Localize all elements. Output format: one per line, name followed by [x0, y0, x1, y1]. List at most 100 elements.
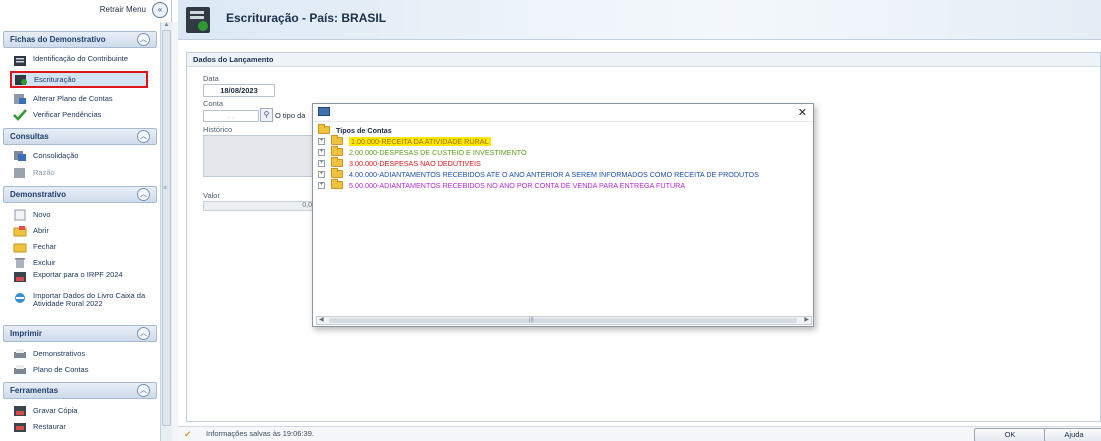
scroll-left-icon[interactable]: ◀ [319, 317, 324, 324]
folder-icon [331, 146, 343, 156]
dialog-scroll-thumb[interactable] [329, 318, 797, 323]
tree-node-label: 1.00.000-RECEITA DA ATIVIDADE RURAL [349, 136, 491, 146]
tree-node-2[interactable]: + 2.00.000-DESPESAS DE CUSTEIO E INVESTI… [318, 146, 527, 157]
sidebar-item-plano-contas[interactable]: Plano de Contas [13, 362, 153, 377]
folder-icon [331, 179, 343, 189]
valor-label: Valor [203, 191, 220, 200]
sidebar-item-exportar[interactable]: Exportar para o IRPF 2024 [13, 271, 153, 293]
restore-icon [14, 422, 26, 432]
checkmark-icon [13, 108, 27, 121]
close-icon[interactable]: ✕ [798, 106, 807, 119]
dialog-titlebar[interactable]: ✕ [313, 104, 813, 122]
tree-node-label: 3.00.000-DESPESAS NAO DEDUTIVEIS [349, 158, 481, 168]
sidebar-item-excluir[interactable]: Excluir [13, 255, 153, 270]
conta-label: Conta [203, 99, 224, 108]
expand-icon[interactable]: + [318, 181, 325, 189]
status-bar: ✔ Informações salvas às 19:06:39. OK Aju… [178, 426, 1101, 441]
sidebar-item-demonstrativos[interactable]: Demonstrativos [13, 346, 153, 361]
sidebar-item-label: Razão [33, 168, 55, 177]
import-icon [15, 293, 25, 303]
sidebar-item-label: Verificar Pendências [33, 110, 102, 119]
collapse-menu[interactable]: Retrair Menu « [0, 0, 172, 22]
tree-node-label: 2.00.000-DESPESAS DE CUSTEIO E INVESTIME… [349, 147, 527, 157]
folder-icon [331, 168, 343, 178]
tipos-de-contas-dialog: ✕ Tipos de Contas + 1.00.000-RECEITA DA … [312, 103, 814, 327]
ok-button[interactable]: OK [974, 428, 1046, 441]
tree-node-3[interactable]: + 3.00.000-DESPESAS NAO DEDUTIVEIS [318, 157, 481, 168]
search-icon[interactable]: ⚲ [260, 108, 273, 122]
sidebar-item-label: Excluir [33, 258, 56, 267]
tree-root[interactable]: Tipos de Contas [318, 124, 392, 135]
collapse-menu-label: Retrair Menu [99, 5, 146, 14]
sidebar-item-importar[interactable]: Importar Dados do Livro Caixa da Ativida… [13, 292, 153, 322]
consolidation-icon [14, 150, 26, 161]
grip-icon: ≡ [163, 185, 168, 192]
sidebar-item-label: Importar Dados do Livro Caixa da Ativida… [33, 291, 146, 308]
sidebar-item-label: Abrir [33, 226, 49, 235]
sidebar-item-novo[interactable]: Novo [13, 207, 153, 222]
sidebar-item-label: Identificação do Contribuinte [33, 54, 129, 63]
chevron-up-icon[interactable]: ︿ [137, 327, 150, 340]
double-chevron-left-icon[interactable]: « [152, 2, 168, 18]
sidebar-item-label: Alterar Plano de Contas [33, 94, 113, 103]
section-imprimir-header[interactable]: Imprimir ︿ [3, 325, 157, 342]
scroll-right-icon[interactable]: ▶ [804, 317, 809, 324]
historico-field[interactable] [203, 135, 315, 177]
account-tree: Tipos de Contas + 1.00.000-RECEITA DA AT… [316, 124, 812, 315]
sidebar-item-alterar-plano[interactable]: Alterar Plano de Contas [13, 91, 153, 106]
sidebar-scrollbar[interactable]: ▲ ≡ [160, 22, 172, 441]
open-folder-icon [13, 225, 27, 236]
tree-node-4[interactable]: + 4.00.000-ADIANTAMENTOS RECEBIDOS ATE O… [318, 168, 759, 179]
conta-field[interactable]: . . [203, 110, 259, 122]
sidebar-item-escrituracao[interactable]: Escrituração [10, 71, 148, 88]
section-fichas-header[interactable]: Fichas do Demonstrativo ︿ [3, 31, 157, 48]
sidebar-item-restaurar[interactable]: Restaurar [13, 419, 153, 434]
page-title: Escrituração - País: BRASIL [226, 11, 387, 25]
section-demonstrativo-header[interactable]: Demonstrativo ︿ [3, 186, 157, 203]
sidebar-item-label: Escrituração [34, 75, 76, 84]
page-header: Escrituração - País: BRASIL [178, 0, 1101, 40]
expand-icon[interactable]: + [318, 170, 325, 178]
valor-field[interactable]: 0,0 [203, 201, 315, 211]
sidebar-item-gravar-copia[interactable]: Gravar Cópia [13, 403, 153, 418]
chevron-up-icon[interactable]: ︿ [137, 130, 150, 143]
grip-icon: ||| [529, 317, 534, 323]
edit-plan-icon [14, 93, 26, 104]
folder-icon [331, 157, 343, 167]
tree-node-5[interactable]: + 5.00.000-ADIANTAMENTOS RECEBIDOS NO AN… [318, 179, 686, 190]
tree-node-1[interactable]: + 1.00.000-RECEITA DA ATIVIDADE RURAL [318, 135, 491, 146]
sidebar: Retrair Menu « Fichas do Demonstrativo ︿… [0, 0, 172, 441]
ledger-book-icon [14, 167, 25, 178]
chevron-up-icon[interactable]: ︿ [137, 33, 150, 46]
expand-icon[interactable]: + [318, 159, 325, 167]
chevron-up-icon[interactable]: ︿ [137, 384, 150, 397]
sidebar-item-consolidacao[interactable]: Consolidação [13, 148, 153, 163]
scroll-up-icon[interactable]: ▲ [162, 22, 171, 30]
dialog-horizontal-scrollbar[interactable]: ◀ ||| ▶ [316, 316, 812, 325]
data-field[interactable]: 18/08/2023 [203, 84, 275, 97]
section-fichas-title: Fichas do Demonstrativo [10, 35, 106, 44]
section-ferramentas-header[interactable]: Ferramentas ︿ [3, 382, 157, 399]
sidebar-item-label: Demonstrativos [33, 349, 86, 358]
chevron-up-icon[interactable]: ︿ [137, 188, 150, 201]
sidebar-item-verificar[interactable]: Verificar Pendências [13, 107, 153, 122]
new-document-icon [14, 209, 26, 220]
export-icon [14, 272, 26, 282]
section-consultas-header[interactable]: Consultas ︿ [3, 128, 157, 145]
saved-status-icon: ✔ [184, 429, 192, 439]
sidebar-item-label: Exportar para o IRPF 2024 [33, 270, 123, 279]
conta-tipo-text: O tipo da [275, 111, 306, 120]
ledger-icon [15, 74, 27, 85]
document-icon [14, 56, 26, 66]
section-demonstrativo-title: Demonstrativo [10, 190, 67, 199]
sidebar-item-label: Novo [33, 210, 51, 219]
status-message: Informações salvas às 19:06:39. [206, 429, 314, 438]
sidebar-item-razao[interactable]: Razão [13, 165, 153, 180]
expand-icon[interactable]: + [318, 137, 325, 145]
sidebar-scroll-thumb[interactable] [162, 30, 171, 426]
sidebar-item-abrir[interactable]: Abrir [13, 223, 153, 238]
expand-icon[interactable]: + [318, 148, 325, 156]
tree-node-label: 5.00.000-ADIANTAMENTOS RECEBIDOS NO ANO … [349, 180, 686, 190]
sidebar-item-fechar[interactable]: Fechar [13, 239, 153, 254]
help-button[interactable]: Ajuda [1044, 428, 1101, 441]
